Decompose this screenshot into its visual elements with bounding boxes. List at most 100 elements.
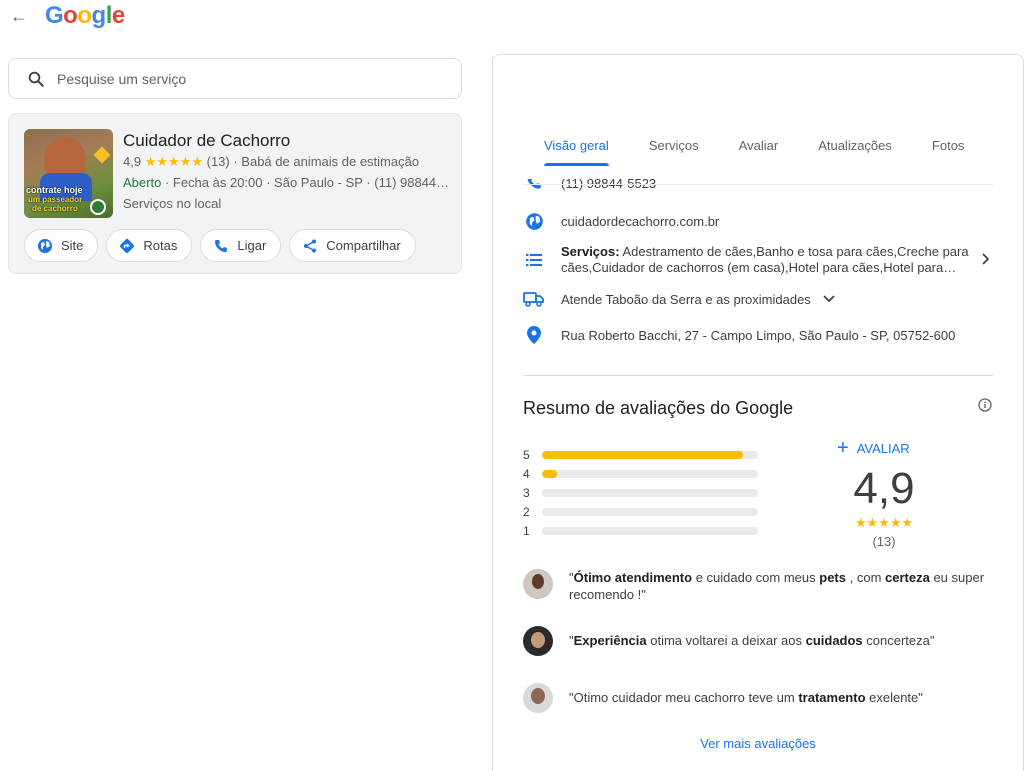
services-text: Serviços: Adestramento de cães,Banho e t… <box>561 244 971 276</box>
directions-icon <box>120 238 135 253</box>
rating-bar-row: 5 <box>523 445 758 464</box>
rating-bar-fill <box>542 450 743 459</box>
reviewer-avatar <box>523 683 553 713</box>
tab-overview[interactable]: Visão geral <box>544 138 609 166</box>
service-area-text: Atende Taboão da Serra e as proximidades <box>561 291 811 307</box>
reviewer-avatar <box>523 626 553 656</box>
rating-line: 4,9 ★★★★★ (13) · Babá de animais de esti… <box>123 154 419 170</box>
thumbnail-text-3: de cachorro <box>32 204 78 213</box>
add-review-label: AVALIAR <box>856 440 910 456</box>
chevron-down-icon[interactable] <box>823 295 835 303</box>
website-row[interactable]: cuidadordecachorro.com.br <box>523 212 719 231</box>
tabs-divider <box>523 184 993 185</box>
business-card[interactable]: contrate hoje um passeador de cachorro C… <box>8 113 462 274</box>
search-box[interactable] <box>8 58 462 99</box>
review-highlight: pets <box>819 570 846 585</box>
thumbnail-text-2: um passeador <box>28 195 83 204</box>
open-status: Aberto <box>123 175 162 190</box>
rating-value: 4,9 <box>123 154 142 169</box>
review-snippet[interactable]: "Otimo cuidador meu cachorro teve um tra… <box>523 683 989 713</box>
location-pin-icon <box>527 326 541 344</box>
website-link[interactable]: cuidadordecachorro.com.br <box>561 214 719 229</box>
rating-bar-label: 1 <box>523 523 530 538</box>
business-thumbnail[interactable]: contrate hoje um passeador de cachorro <box>24 129 113 218</box>
info-icon[interactable] <box>978 398 992 417</box>
thumbnail-text-1: contrate hoje <box>26 185 83 195</box>
directions-button[interactable]: Rotas <box>106 229 193 262</box>
chevron-right-icon[interactable] <box>981 252 991 268</box>
service-area-row[interactable]: Atende Taboão da Serra e as proximidades <box>523 291 835 307</box>
service-type: Serviços no local <box>123 196 222 211</box>
delivery-truck-icon <box>523 292 544 307</box>
total-review-count[interactable]: (13) <box>823 534 945 549</box>
review-text-part: concerteza" <box>862 633 935 648</box>
back-arrow-icon[interactable]: ← <box>10 6 28 27</box>
services-label: Serviços: <box>561 244 620 259</box>
review-text: "Experiência otima voltarei a deixar aos… <box>569 632 989 649</box>
section-divider <box>523 375 993 376</box>
details-panel: Visão geral Serviços Avaliar Atualizaçõe… <box>492 54 1024 771</box>
share-label: Compartilhar <box>326 238 401 253</box>
average-stars: ★★★★★ <box>854 515 914 530</box>
rating-bar-label: 5 <box>523 447 530 462</box>
search-input[interactable] <box>57 70 437 87</box>
call-label: Ligar <box>237 238 267 253</box>
rating-bar-label: 2 <box>523 504 530 519</box>
rating-bar-row: 4 <box>523 464 758 483</box>
more-reviews-link[interactable]: Ver mais avaliações <box>493 736 1023 751</box>
share-button[interactable]: Compartilhar <box>289 229 416 262</box>
site-button[interactable]: Site <box>24 229 99 262</box>
tab-review[interactable]: Avaliar <box>739 138 779 153</box>
review-text-part: , com <box>846 570 886 585</box>
share-icon <box>304 239 317 252</box>
add-review-button[interactable]: + AVALIAR <box>837 437 910 459</box>
google-logo[interactable]: Google <box>45 2 125 30</box>
action-chips: Site Rotas Ligar Compartilhar <box>24 229 416 262</box>
review-text: "Ótimo atendimento e cuidado com meus pe… <box>569 569 989 603</box>
badge-shape <box>93 146 111 164</box>
review-snippet[interactable]: "Experiência otima voltarei a deixar aos… <box>523 626 989 656</box>
rating-bar-fill <box>542 469 558 478</box>
review-highlight: Experiência <box>573 633 647 648</box>
business-category: · Babá de animais de estimação <box>233 154 420 169</box>
rating-distribution: 5 4 3 2 1 <box>523 445 758 540</box>
rating-stars: ★★★★★ <box>144 154 203 169</box>
services-list: Adestramento de cães,Banho e tosa para c… <box>561 244 969 275</box>
review-text-part: otima voltarei a deixar aos <box>646 633 806 648</box>
globe-icon <box>525 213 543 230</box>
address-row[interactable]: Rua Roberto Bacchi, 27 - Campo Limpo, Sã… <box>523 326 955 344</box>
phone-row[interactable]: (11) 98844-5523 <box>523 179 656 195</box>
review-text-part: "Otimo cuidador meu cachorro teve um <box>569 690 799 705</box>
rating-bar-label: 3 <box>523 485 530 500</box>
reviews-summary-title: Resumo de avaliações do Google <box>523 398 794 418</box>
status-line: Aberto · Fecha às 20:00 · São Paulo - SP… <box>123 175 453 190</box>
review-count[interactable]: (13) <box>207 154 230 169</box>
tab-updates[interactable]: Atualizações <box>818 138 892 153</box>
phone-icon <box>215 239 228 252</box>
call-button[interactable]: Ligar <box>200 229 282 262</box>
brand-logo <box>90 199 106 215</box>
rating-bar-row: 3 <box>523 483 758 502</box>
review-snippet[interactable]: "Ótimo atendimento e cuidado com meus pe… <box>523 569 989 603</box>
business-name[interactable]: Cuidador de Cachorro <box>123 131 290 151</box>
rating-bar-track <box>542 507 758 516</box>
address-text: Rua Roberto Bacchi, 27 - Campo Limpo, Sã… <box>561 327 956 343</box>
list-icon <box>526 254 542 266</box>
rating-bar-track <box>542 469 758 478</box>
review-text-part: e cuidado com meus <box>692 570 820 585</box>
tab-bar: Visão geral Serviços Avaliar Atualizaçõe… <box>544 138 1004 166</box>
directions-label: Rotas <box>143 238 178 253</box>
rating-bar-track <box>542 450 758 459</box>
globe-icon <box>38 238 52 253</box>
tab-services[interactable]: Serviços <box>649 138 699 153</box>
rating-bar-row: 2 <box>523 502 758 521</box>
plus-icon: + <box>837 437 849 459</box>
review-highlight: tratamento <box>798 690 866 705</box>
average-score: 4,9 <box>853 464 915 513</box>
rating-bar-track <box>542 488 758 497</box>
services-row[interactable]: Serviços: Adestramento de cães,Banho e t… <box>523 244 993 276</box>
search-icon <box>28 71 44 87</box>
reviewer-avatar <box>523 569 553 599</box>
review-highlight: certeza <box>885 570 930 585</box>
tab-photos[interactable]: Fotos <box>932 138 965 153</box>
